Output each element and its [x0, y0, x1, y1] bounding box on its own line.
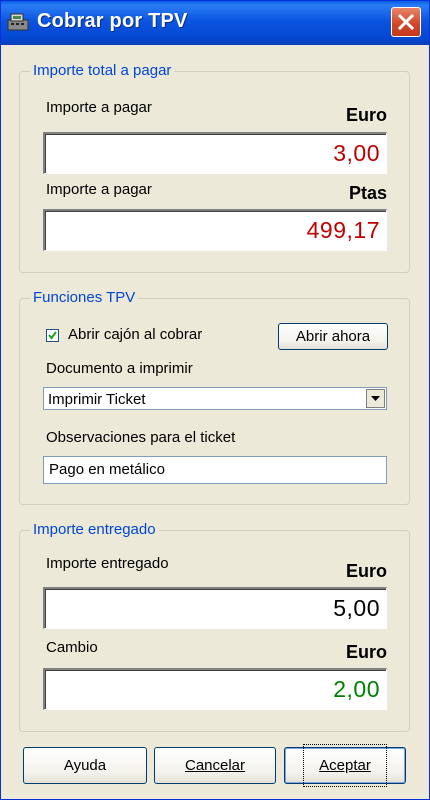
- group-legend: Importe total a pagar: [30, 62, 175, 80]
- chevron-down-icon: [371, 396, 380, 401]
- ptas-amount-value: 499,17: [306, 217, 380, 243]
- euro-amount-label: Importe a pagar: [46, 99, 152, 116]
- group-legend: Importe entregado: [30, 521, 159, 539]
- delivered-label: Importe entregado: [46, 555, 169, 572]
- ptas-amount-field[interactable]: 499,17: [43, 209, 387, 251]
- accept-button-label: Aceptar: [303, 744, 387, 787]
- notes-value: Pago en metálico: [49, 461, 165, 478]
- window-title: Cobrar por TPV: [37, 10, 188, 32]
- document-selected-value: Imprimir Ticket: [48, 391, 146, 408]
- ptas-unit-label: Ptas: [348, 183, 387, 203]
- change-amount-field[interactable]: 2,00: [43, 668, 387, 710]
- checkmark-icon: [48, 331, 57, 340]
- cancel-button[interactable]: Cancelar: [154, 747, 276, 784]
- tpv-functions-group: Funciones TPV Abrir cajón al cobrar Abri…: [19, 289, 410, 505]
- change-amount-value: 2,00: [333, 676, 380, 702]
- title-bar[interactable]: Cobrar por TPV: [1, 1, 429, 45]
- delivered-amount-value: 5,00: [333, 595, 380, 621]
- notes-label: Observaciones para el ticket: [46, 429, 236, 446]
- notes-input[interactable]: Pago en metálico: [43, 456, 387, 484]
- document-label: Documento a imprimir: [46, 360, 193, 377]
- group-legend: Funciones TPV: [30, 289, 139, 307]
- change-unit-label: Euro: [345, 642, 387, 662]
- close-icon: [398, 14, 414, 30]
- change-label: Cambio: [46, 639, 98, 656]
- open-drawer-label[interactable]: Abrir cajón al cobrar: [68, 326, 202, 343]
- delivered-unit-label: Euro: [345, 561, 387, 581]
- ptas-amount-label: Importe a pagar: [46, 181, 152, 198]
- help-button[interactable]: Ayuda: [23, 747, 147, 784]
- accept-button[interactable]: Aceptar: [284, 744, 406, 787]
- close-button[interactable]: [391, 7, 421, 37]
- open-now-button[interactable]: Abrir ahora: [278, 323, 388, 350]
- euro-amount-field[interactable]: 3,00: [43, 132, 387, 174]
- cancel-button-label: Cancelar: [184, 757, 246, 774]
- tpv-dialog-window: Cobrar por TPV Importe total a pagar Imp…: [0, 0, 430, 800]
- dropdown-button[interactable]: [366, 389, 385, 408]
- help-button-label: Ayuda: [63, 757, 107, 774]
- open-now-button-label: Abrir ahora: [295, 328, 371, 345]
- total-amount-group: Importe total a pagar Importe a pagar Eu…: [19, 62, 410, 273]
- euro-unit-label: Euro: [345, 105, 387, 125]
- delivered-amount-group: Importe entregado Importe entregado Euro…: [19, 521, 410, 732]
- cash-register-icon: [7, 11, 29, 31]
- delivered-amount-field[interactable]: 5,00: [43, 587, 387, 629]
- open-drawer-checkbox[interactable]: [46, 329, 59, 342]
- euro-amount-value: 3,00: [333, 140, 380, 166]
- document-select[interactable]: Imprimir Ticket: [43, 387, 387, 410]
